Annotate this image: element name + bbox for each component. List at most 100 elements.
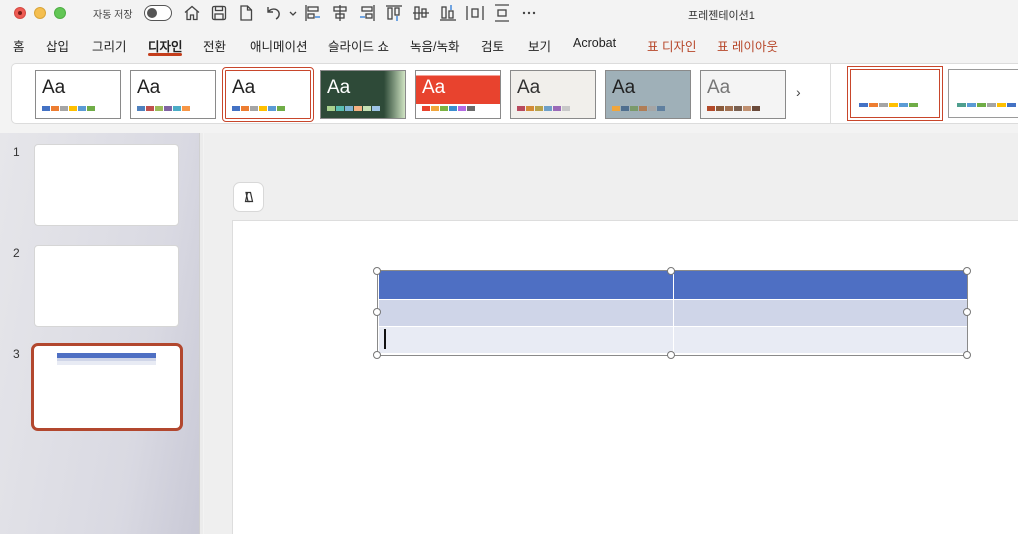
color-swatch (277, 106, 285, 111)
panel-splitter[interactable] (199, 133, 203, 534)
color-swatch (869, 103, 878, 107)
close-window-button[interactable] (14, 7, 26, 19)
document-title: 프레젠테이션1 (688, 10, 755, 22)
variant-thumbnail[interactable] (948, 69, 1018, 118)
resize-handle[interactable] (373, 267, 381, 275)
theme-sample-text: Aa (232, 77, 256, 98)
align-bottom-icon[interactable] (438, 3, 458, 23)
autosave-toggle[interactable] (144, 5, 172, 21)
align-left-icon[interactable] (303, 3, 323, 23)
color-swatch (562, 106, 570, 111)
slide-thumbnail[interactable] (34, 144, 179, 226)
color-swatch (78, 106, 86, 111)
color-swatch (553, 106, 561, 111)
color-swatch (458, 106, 466, 111)
align-right-icon[interactable] (357, 3, 377, 23)
theme-thumbnail[interactable]: Aa (320, 70, 406, 119)
theme-color-swatches (422, 106, 475, 111)
home-icon[interactable] (182, 3, 202, 23)
align-middle-icon[interactable] (411, 3, 431, 23)
color-swatch (51, 106, 59, 111)
color-swatch (268, 106, 276, 111)
color-swatch (87, 106, 95, 111)
color-swatch (431, 106, 439, 111)
tab-record[interactable]: 녹음/녹화 (410, 36, 459, 55)
copilot-button[interactable] (233, 182, 264, 212)
theme-thumbnail[interactable]: Aa (415, 70, 501, 119)
undo-dropdown-chevron-icon[interactable] (283, 3, 297, 23)
theme-color-swatches (327, 106, 380, 111)
resize-handle[interactable] (373, 351, 381, 359)
color-swatch (241, 106, 249, 111)
slide-thumbnail-selected[interactable] (31, 343, 183, 431)
theme-color-swatches (517, 106, 570, 111)
theme-sample-text: Aa (612, 77, 636, 98)
color-swatch (336, 106, 344, 111)
title-bar: 자동 저장 프레젠테이션1 (0, 0, 1018, 27)
save-icon[interactable] (209, 3, 229, 23)
theme-thumbnail[interactable]: Aa (510, 70, 596, 119)
theme-sample-text: Aa (707, 77, 731, 98)
color-swatch (60, 106, 68, 111)
align-center-icon[interactable] (330, 3, 350, 23)
slide-canvas[interactable] (232, 220, 1018, 534)
tab-draw[interactable]: 그리기 (92, 36, 127, 55)
color-swatch (467, 106, 475, 111)
resize-handle[interactable] (667, 351, 675, 359)
maximize-window-button[interactable] (54, 7, 66, 19)
tab-animations[interactable]: 애니메이션 (250, 36, 308, 55)
tab-acrobat[interactable]: Acrobat (573, 36, 616, 50)
tab-table-design[interactable]: 표 디자인 (647, 36, 696, 55)
tab-table-layout[interactable]: 표 레이아웃 (717, 36, 778, 55)
undo-icon[interactable] (263, 3, 283, 23)
resize-handle[interactable] (963, 351, 971, 359)
copilot-icon (244, 191, 253, 203)
theme-sample-text: Aa (42, 77, 66, 98)
color-swatch (354, 106, 362, 111)
tab-review[interactable]: 검토 (481, 36, 504, 55)
color-swatch (743, 106, 751, 111)
tab-view[interactable]: 보기 (528, 36, 551, 55)
distribute-vertical-icon[interactable] (492, 3, 512, 23)
theme-thumbnail[interactable]: Aa (605, 70, 691, 119)
color-swatch (967, 103, 976, 107)
align-top-icon[interactable] (384, 3, 404, 23)
color-swatch (1007, 103, 1016, 107)
themes-ribbon: Aa Aa Aa Aa Aa Aa Aa Aa › (11, 63, 1018, 124)
theme-thumbnail[interactable]: Aa (130, 70, 216, 119)
autosave-label: 자동 저장 (93, 10, 133, 21)
variant-thumbnail[interactable] (847, 66, 943, 121)
color-swatch (630, 106, 638, 111)
text-cursor (384, 329, 386, 349)
distribute-horizontal-icon[interactable] (465, 3, 485, 23)
color-swatch (716, 106, 724, 111)
tab-insert[interactable]: 삽입 (46, 36, 69, 55)
resize-handle[interactable] (667, 267, 675, 275)
chevron-right-icon[interactable]: › (796, 84, 801, 100)
theme-thumbnail[interactable]: Aa (222, 67, 314, 122)
resize-handle[interactable] (963, 267, 971, 275)
variant-color-swatches (957, 103, 1016, 107)
tab-transitions[interactable]: 전환 (203, 36, 226, 55)
slide-thumbnail[interactable] (34, 245, 179, 327)
theme-color-swatches (232, 106, 285, 111)
color-swatch (957, 103, 966, 107)
active-tab-indicator (148, 53, 182, 56)
theme-sample-text: Aa (517, 77, 541, 98)
color-swatch (987, 103, 996, 107)
theme-color-swatches (137, 106, 190, 111)
minimize-window-button[interactable] (34, 7, 46, 19)
tab-home[interactable]: 홈 (13, 36, 25, 55)
color-swatch (889, 103, 898, 107)
color-swatch (422, 106, 430, 111)
new-doc-icon[interactable] (236, 3, 256, 23)
more-icon[interactable] (519, 3, 539, 23)
color-swatch (164, 106, 172, 111)
mini-table-row (57, 361, 156, 365)
color-swatch (155, 106, 163, 111)
resize-handle[interactable] (963, 308, 971, 316)
resize-handle[interactable] (373, 308, 381, 316)
theme-thumbnail[interactable]: Aa (700, 70, 786, 119)
tab-slideshow[interactable]: 슬라이드 쇼 (328, 36, 389, 55)
theme-thumbnail[interactable]: Aa (35, 70, 121, 119)
